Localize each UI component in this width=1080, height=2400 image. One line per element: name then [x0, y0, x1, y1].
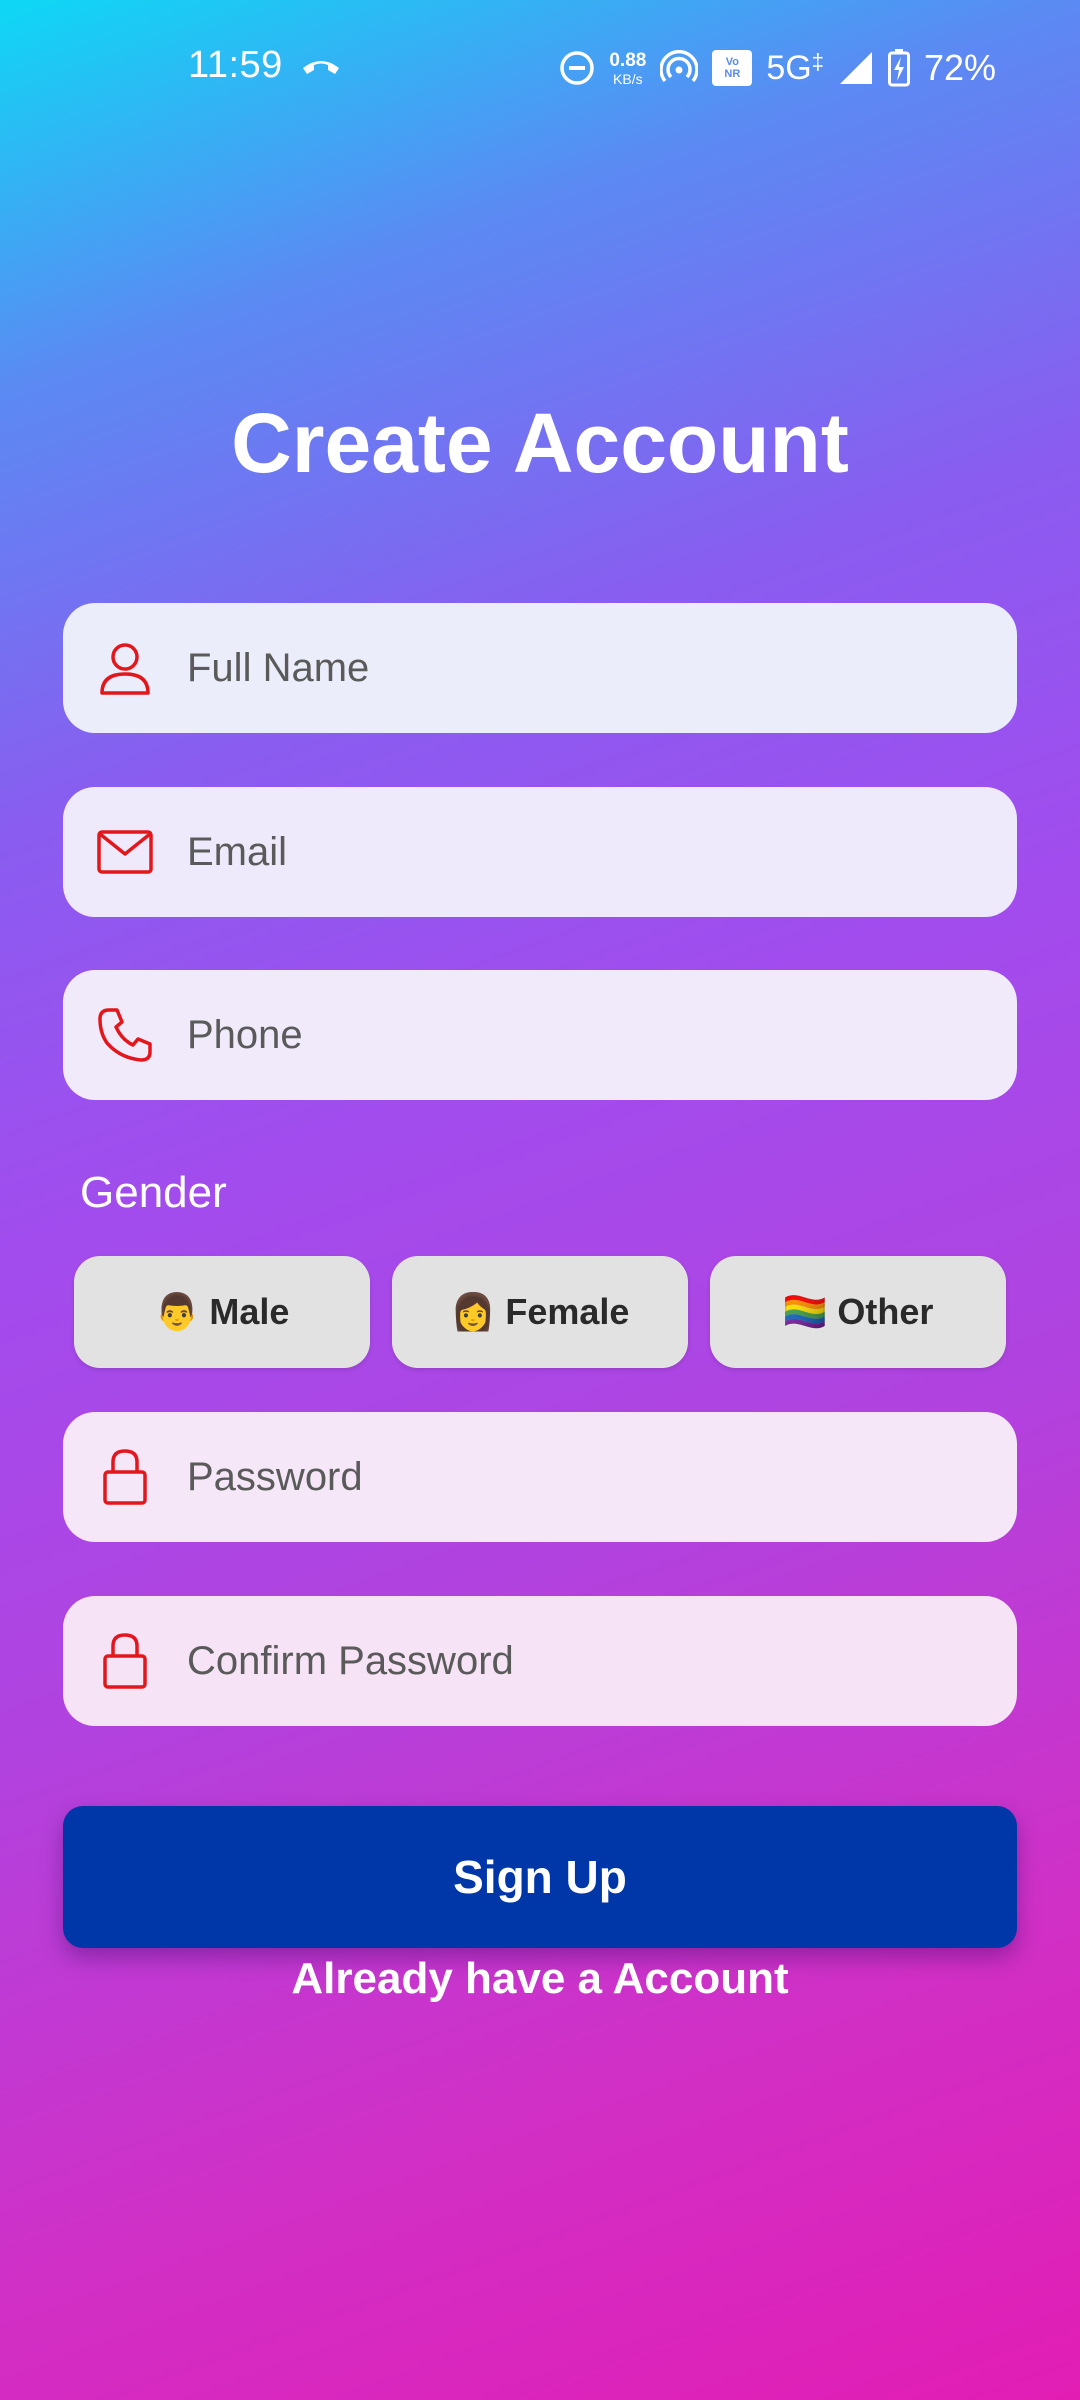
vonr-icon: Vo NR: [712, 50, 753, 86]
call-icon: [303, 61, 339, 74]
network-speed: 0.88 KB/s: [609, 51, 646, 86]
vonr-bottom: NR: [724, 68, 741, 80]
network-type-label: 5G: [766, 48, 812, 87]
gender-female-button[interactable]: 👩 Female: [392, 1256, 688, 1368]
rainbow-flag-icon: 🏳️‍🌈: [782, 1291, 828, 1332]
gender-male-button[interactable]: 👨 Male: [74, 1256, 370, 1368]
login-link[interactable]: Already have a Account: [0, 1954, 1080, 2004]
network-speed-value: 0.88: [609, 49, 647, 71]
do-not-disturb-icon: [560, 51, 595, 85]
confirm-password-input[interactable]: [185, 1637, 949, 1685]
battery-charging-icon: [887, 49, 910, 87]
password-field[interactable]: [63, 1412, 1017, 1542]
network-speed-unit: KB/s: [613, 70, 643, 87]
page-title: Create Account: [231, 396, 849, 490]
mail-icon: [95, 822, 155, 882]
full-name-field[interactable]: [63, 603, 1017, 733]
person-icon: [95, 638, 155, 698]
gender-male-label: Male: [209, 1291, 290, 1332]
hotspot-icon: [660, 50, 699, 83]
status-bar: 11:59 0.88 KB/s Vo NR 5G‡ 72%: [0, 0, 1080, 135]
confirm-password-field[interactable]: [63, 1596, 1017, 1726]
gender-other-button[interactable]: 🏳️‍🌈 Other: [710, 1256, 1006, 1368]
data-arrows-icon: ‡: [811, 48, 824, 74]
full-name-input[interactable]: [185, 644, 949, 692]
phone-field[interactable]: [63, 970, 1017, 1100]
gender-other-label: Other: [837, 1291, 934, 1332]
gender-label: Gender: [80, 1168, 227, 1217]
status-time: 11:59: [188, 44, 283, 86]
battery-level: 72%: [923, 47, 996, 88]
network-type: 5G‡: [766, 49, 824, 88]
email-input[interactable]: [185, 828, 949, 876]
email-field[interactable]: [63, 787, 1017, 917]
gender-female-label: Female: [505, 1291, 630, 1332]
phone-input[interactable]: [185, 1011, 949, 1059]
lock-icon: [95, 1631, 155, 1691]
vonr-top: Vo: [725, 55, 739, 68]
phone-icon: [95, 1005, 155, 1065]
signal-icon: [839, 52, 872, 84]
man-emoji-icon: 👨: [154, 1291, 200, 1332]
status-icons: 0.88 KB/s Vo NR 5G‡ 72%: [559, 40, 996, 96]
lock-icon: [95, 1447, 155, 1507]
woman-emoji-icon: 👩: [450, 1291, 496, 1332]
password-input[interactable]: [185, 1453, 949, 1501]
sign-up-button[interactable]: Sign Up: [63, 1806, 1017, 1948]
